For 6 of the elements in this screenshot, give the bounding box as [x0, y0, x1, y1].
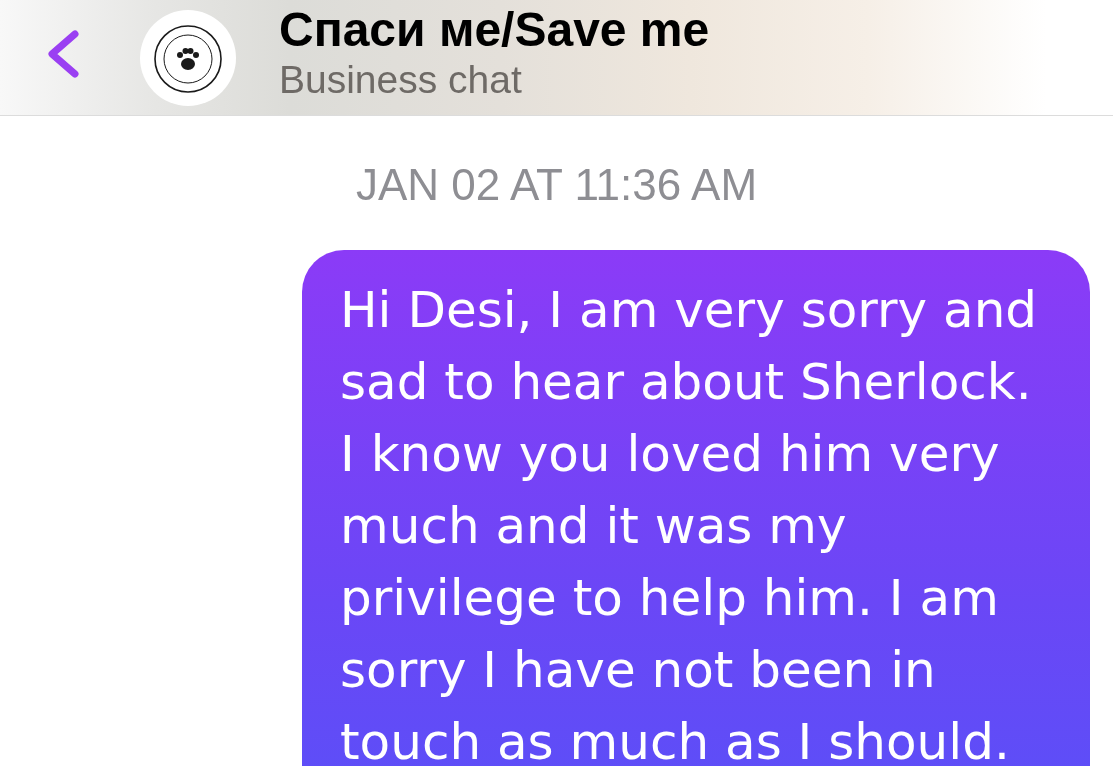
chat-subtitle: Business chat — [279, 58, 522, 102]
back-icon — [46, 28, 80, 79]
message-text: Hi Desi, I am very sorry and sad to hear about Sherlock. I know you loved him very much and it was my privilege to help him. I am sorry I have not been in touch as much as I should. — [340, 280, 1039, 766]
back-button[interactable] — [46, 28, 80, 79]
chat-title: Спаси ме/Save me — [279, 2, 710, 58]
timestamp: JAN 02 AT 11:36 AM — [355, 160, 758, 210]
